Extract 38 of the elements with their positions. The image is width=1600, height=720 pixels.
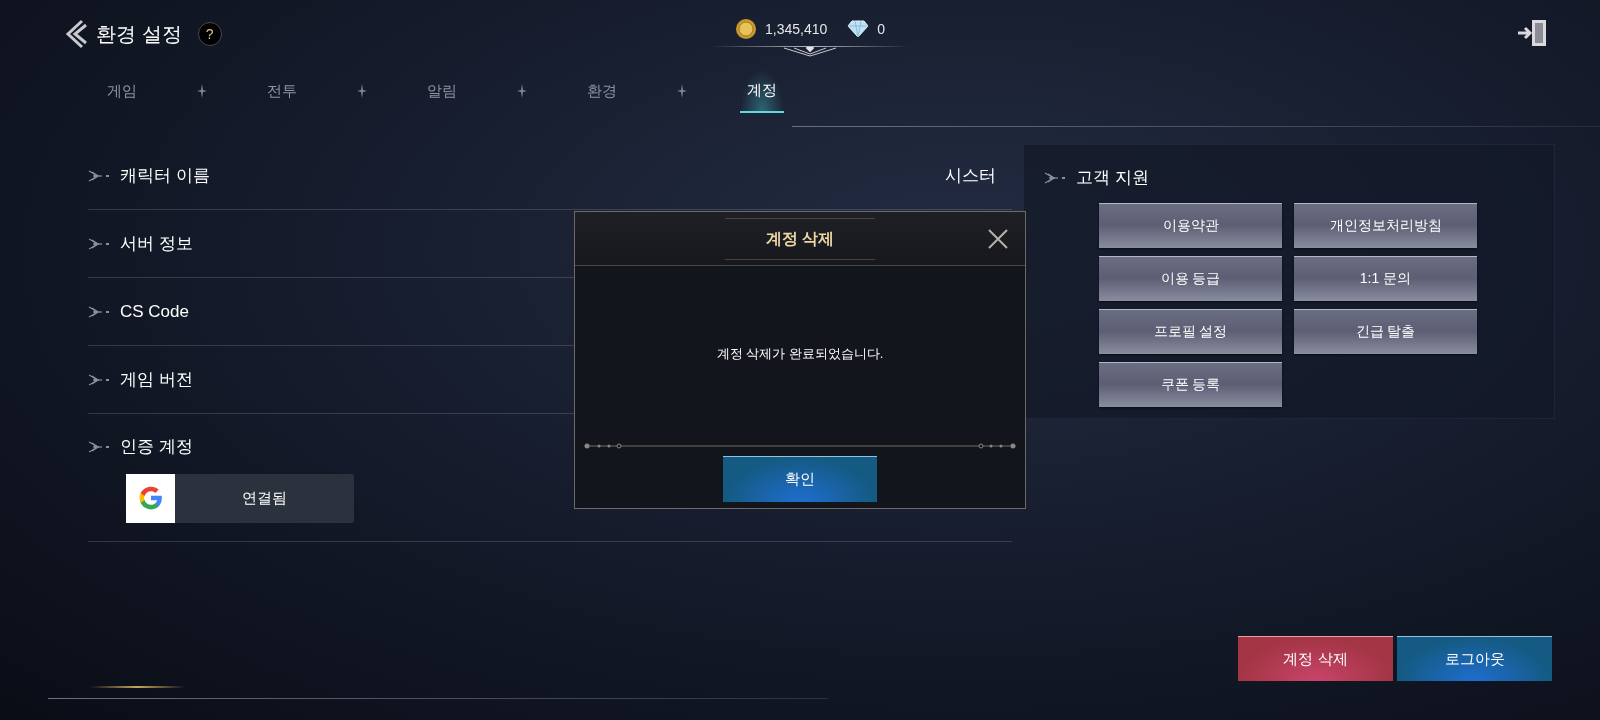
google-icon <box>137 485 164 511</box>
back-icon[interactable] <box>64 19 88 49</box>
setting-label: 서버 정보 <box>120 232 193 255</box>
support-button[interactable]: 1:1 문의 <box>1294 255 1477 301</box>
coin-icon <box>734 18 757 40</box>
tab[interactable]: 전투 <box>260 69 304 113</box>
help-button[interactable]: ? <box>197 22 222 46</box>
google-link-button[interactable]: 연결됨 <box>126 473 354 523</box>
support-button[interactable]: 프로필 설정 <box>1099 308 1282 354</box>
currency-amount: 1,345,410 <box>764 19 828 39</box>
setting-label: CS Code <box>120 300 189 323</box>
support-button[interactable]: 이용약관 <box>1099 202 1282 248</box>
support-button[interactable]: 이용 등급 <box>1099 255 1282 301</box>
delete-account-button[interactable]: 계정 삭제 <box>1238 636 1393 681</box>
sparkle-icon <box>357 84 367 98</box>
setting-label: 게임 버전 <box>120 368 193 391</box>
support-button[interactable]: 개인정보처리방침 <box>1294 202 1477 248</box>
support-button[interactable]: 쿠폰 등록 <box>1099 361 1282 407</box>
tab[interactable]: 환경 <box>580 69 624 113</box>
setting-label: 캐릭터 이름 <box>120 164 210 187</box>
sparkle-icon <box>517 84 527 98</box>
sparkle-icon <box>677 84 687 98</box>
tab[interactable]: 게임 <box>100 69 144 113</box>
sparkle-icon <box>197 84 207 98</box>
diamond-icon <box>847 20 870 38</box>
dialog-message: 계정 삭제가 완료되었습니다. <box>716 345 884 364</box>
close-icon[interactable] <box>987 228 1009 250</box>
tab[interactable]: 알림 <box>420 69 464 113</box>
confirm-button[interactable]: 확인 <box>723 456 877 502</box>
page-title: 환경 설정 <box>96 22 182 47</box>
tab[interactable]: 계정 <box>740 69 784 113</box>
support-button[interactable]: 긴급 탈출 <box>1294 308 1477 354</box>
currency-amount: 0 <box>877 19 886 39</box>
setting-value: 시스터 <box>945 164 996 187</box>
dialog-title: 계정 삭제 <box>765 228 835 249</box>
setting-label: 인증 계정 <box>120 436 193 458</box>
logout-button[interactable]: 로그아웃 <box>1397 636 1552 681</box>
panel-title: 고객 지원 <box>1076 167 1149 189</box>
